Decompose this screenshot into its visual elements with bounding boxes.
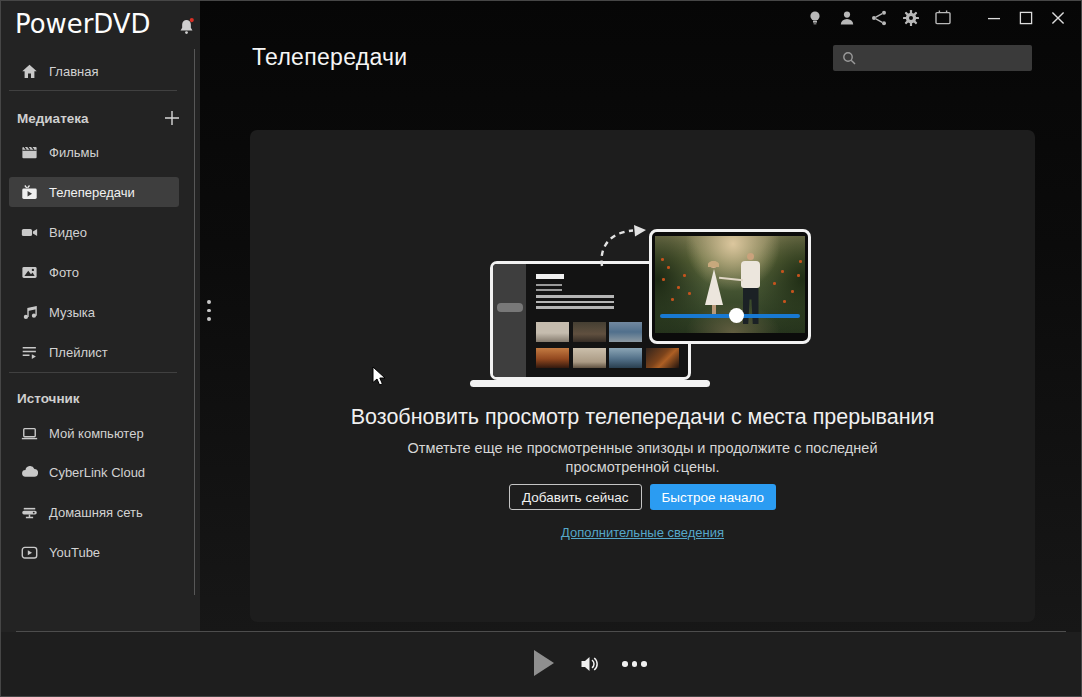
- photo-icon: [21, 264, 38, 281]
- add-media-icon[interactable]: [163, 109, 181, 127]
- music-icon: [21, 304, 38, 321]
- sidebar: PowerDVD Главная Медиатека: [1, 1, 200, 632]
- sidebar-item-cyberlink-cloud[interactable]: CyberLink Cloud: [1, 459, 193, 485]
- more-options-button[interactable]: [622, 661, 647, 667]
- settings-gear-icon[interactable]: [902, 9, 920, 27]
- sidebar-item-label: Музыка: [49, 305, 95, 320]
- sidebar-item-youtube[interactable]: YouTube: [1, 539, 193, 565]
- computer-icon: [21, 425, 38, 442]
- user-icon[interactable]: [838, 9, 856, 27]
- sidebar-item-label: CyberLink Cloud: [49, 465, 145, 480]
- sidebar-item-my-computer[interactable]: Мой компьютер: [1, 420, 193, 446]
- tv-mode-icon[interactable]: [934, 9, 952, 27]
- youtube-icon: [21, 544, 38, 561]
- network-icon: [21, 504, 38, 521]
- sidebar-item-label: YouTube: [49, 545, 100, 560]
- illustration-monitor: [649, 229, 811, 344]
- play-button[interactable]: [534, 650, 554, 676]
- sidebar-item-music[interactable]: Музыка: [1, 299, 193, 325]
- illustration-arrow-icon: [595, 224, 655, 270]
- powerdvd-window: PowerDVD Главная Медиатека: [0, 0, 1082, 697]
- notification-bell-icon[interactable]: [178, 17, 195, 36]
- sidebar-item-photo[interactable]: Фото: [1, 259, 193, 285]
- search-icon: [842, 51, 856, 65]
- app-logo: PowerDVD: [15, 8, 151, 39]
- sidebar-divider: [9, 90, 177, 91]
- mouse-cursor: [372, 366, 392, 388]
- content-panel: Возобновить просмотр телепередачи с мест…: [250, 130, 1035, 622]
- source-header: Источник: [17, 391, 177, 406]
- search-box[interactable]: [833, 45, 1032, 71]
- illustration-progress-knob: [729, 308, 744, 323]
- sidebar-item-label: Домашняя сеть: [49, 505, 143, 520]
- library-header: Медиатека: [17, 111, 177, 126]
- movies-icon: [21, 144, 38, 161]
- sidebar-scrollbar[interactable]: [194, 49, 195, 595]
- share-icon[interactable]: [870, 9, 888, 27]
- playlist-icon: [21, 344, 38, 361]
- empty-state-heading: Возобновить просмотр телепередачи с мест…: [250, 405, 1035, 430]
- sidebar-item-playlist[interactable]: Плейлист: [1, 339, 193, 365]
- sidebar-item-label: Плейлист: [49, 345, 108, 360]
- volume-icon[interactable]: [579, 653, 601, 675]
- add-now-button[interactable]: Добавить сейчас: [509, 484, 642, 510]
- sidebar-item-label: Главная: [49, 64, 98, 79]
- more-info-link[interactable]: Дополнительные сведения: [561, 525, 724, 540]
- cloud-icon: [21, 464, 38, 481]
- sidebar-item-video[interactable]: Видео: [1, 219, 193, 245]
- minimize-button[interactable]: [987, 11, 1001, 25]
- page-title: Телепередачи: [252, 44, 407, 71]
- sidebar-item-label: Мой компьютер: [49, 426, 144, 441]
- empty-state-description: Отметьте еще не просмотренные эпизоды и …: [250, 439, 1035, 476]
- illustration-video-frame: [655, 236, 805, 333]
- home-icon: [21, 63, 38, 80]
- close-button[interactable]: [1051, 11, 1065, 25]
- sidebar-item-label: Телепередачи: [49, 185, 135, 200]
- sidebar-collapse-handle[interactable]: [207, 300, 212, 324]
- tvshows-icon: [21, 184, 38, 201]
- illustration-laptop-base: [470, 380, 710, 387]
- maximize-button[interactable]: [1019, 11, 1033, 25]
- quick-start-button[interactable]: Быстрое начало: [650, 484, 777, 510]
- sidebar-item-movies[interactable]: Фильмы: [1, 139, 193, 165]
- player-bar: [1, 632, 1081, 696]
- sidebar-item-home-network[interactable]: Домашняя сеть: [1, 499, 193, 525]
- sidebar-item-label: Фильмы: [49, 145, 99, 160]
- sidebar-item-label: Видео: [49, 225, 87, 240]
- sidebar-item-label: Фото: [49, 265, 79, 280]
- video-icon: [21, 224, 38, 241]
- bulb-icon[interactable]: [806, 9, 824, 27]
- sidebar-item-tvshows[interactable]: Телепередачи: [9, 177, 179, 207]
- sidebar-item-home[interactable]: Главная: [1, 58, 193, 84]
- search-input[interactable]: [863, 51, 1023, 66]
- sidebar-divider: [9, 372, 177, 373]
